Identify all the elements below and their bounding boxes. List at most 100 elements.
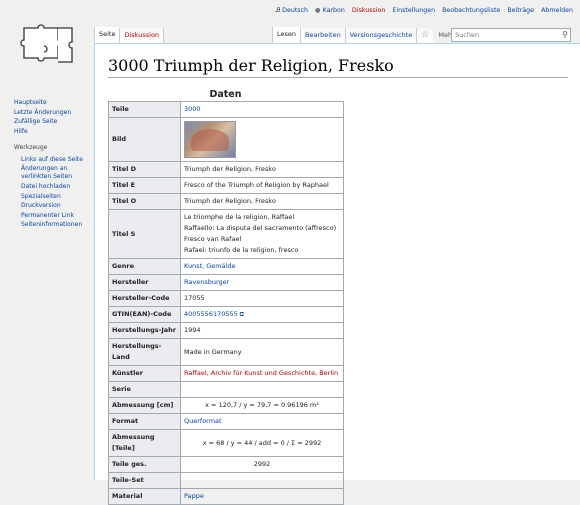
sidebar-item-recent-changes[interactable]: Letzte Änderungen — [14, 108, 90, 118]
row-value — [180, 117, 344, 162]
table-row: Herstellungs-Land Made in Germany — [108, 338, 344, 366]
table-row: Künstler Raffael, Archiv für Kunst und G… — [108, 365, 344, 382]
row-value: 17055 — [180, 290, 344, 307]
watchlist-link[interactable]: Beobachtungsliste — [442, 7, 500, 14]
page-title: 3000 Triumph der Religion, Fresko — [108, 56, 568, 78]
table-row: Hersteller Ravensburger — [108, 274, 344, 291]
row-value: Made in Germany — [180, 338, 344, 366]
table-row: GTIN(EAN)-Code 4005556170555 ⧉ — [108, 306, 344, 323]
row-label: Abmessung [cm] — [108, 397, 181, 414]
tab-discussion[interactable]: Diskussion — [119, 28, 165, 43]
table-row: Titel D Triumph der Religion, Fresko — [108, 161, 344, 178]
row-label: Titel O — [108, 193, 181, 210]
row-value — [180, 381, 344, 398]
table-row: Genre Kunst, Gemälde — [108, 258, 344, 275]
data-table: Teile 3000 Bild Titel D Triumph der Reli… — [108, 101, 344, 505]
namespace-tabs: Seite Diskussion — [94, 27, 165, 43]
row-label: Hersteller — [108, 274, 181, 291]
row-label: GTIN(EAN)-Code — [108, 306, 181, 323]
table-row: Teile 3000 — [108, 101, 344, 118]
row-label: Titel E — [108, 177, 181, 194]
row-value — [180, 472, 344, 489]
sidebar-item-help[interactable]: Hilfe — [14, 127, 90, 137]
row-label: Titel D — [108, 161, 181, 178]
sidebar-item-whatlinkshere[interactable]: Links auf diese Seite — [14, 155, 90, 165]
table-caption: Daten — [209, 89, 242, 100]
row-label: Bild — [108, 117, 181, 162]
translate-icon: Ꭿ — [275, 7, 281, 14]
row-value: Triumph der Religion, Fresko — [180, 161, 344, 178]
row-label: Herstellungs-Jahr — [108, 322, 181, 339]
user-icon: ● — [315, 7, 321, 14]
tab-edit[interactable]: Bearbeiten — [300, 28, 345, 43]
table-row: Material Pappe — [108, 488, 344, 505]
title-s-line: Rafael: triunfo de la religion, fresco — [184, 246, 299, 254]
table-row: Bild — [108, 117, 344, 162]
table-row: Titel E Fresco of the Triumph of Religio… — [108, 177, 344, 194]
row-label: Künstler — [108, 365, 181, 382]
table-row: Titel S Le triomphe de la religion, Raff… — [108, 209, 344, 259]
puzzle-logo[interactable] — [18, 22, 78, 72]
sidebar-item-related-changes[interactable]: Änderungen an verlinkten Seiten — [14, 165, 90, 180]
row-label: Titel S — [108, 209, 181, 259]
sidebar: Hauptseite Letzte Änderungen Zufällige S… — [14, 98, 90, 230]
tab-history[interactable]: Versionsgeschichte — [344, 28, 417, 43]
sidebar-item-special-pages[interactable]: Spezialseiten — [14, 192, 90, 202]
sidebar-item-random-page[interactable]: Zufällige Seite — [14, 117, 90, 127]
watch-star-icon[interactable]: ☆ — [416, 28, 434, 43]
contributions-link[interactable]: Beiträge — [507, 7, 534, 14]
user-link[interactable]: ● Karbon — [315, 7, 345, 14]
format-link[interactable]: Querformat — [184, 417, 222, 425]
row-label: Teile — [108, 101, 181, 118]
row-value: x = 68 / y = 44 / add = 0 / Σ = 2992 — [180, 429, 344, 457]
row-value: 1994 — [180, 322, 344, 339]
content-area: 3000 Triumph der Religion, Fresko Daten … — [94, 43, 580, 505]
row-value: Pappe — [180, 488, 344, 505]
row-label: Abmessung [Teile] — [108, 429, 181, 457]
sidebar-item-upload[interactable]: Datei hochladen — [14, 182, 90, 192]
puzzle-image-thumbnail[interactable] — [184, 121, 236, 158]
sidebar-item-main-page[interactable]: Hauptseite — [14, 98, 90, 108]
gtin-link[interactable]: 4005556170555 — [184, 310, 238, 318]
row-label: Teile-Set — [108, 472, 181, 489]
row-value: Fresco of the Triumph of Religion by Rap… — [180, 177, 344, 194]
personal-toolbar: Ꭿ Deutsch ● Karbon Diskussion Einstellunge… — [271, 7, 573, 15]
genre-link[interactable]: Kunst, Gemälde — [184, 262, 236, 270]
search-input[interactable] — [452, 29, 555, 40]
row-value: Raffael, Archiv für Kunst und Geschichte… — [180, 365, 344, 382]
row-label: Material — [108, 488, 181, 505]
logout-link[interactable]: Abmelden — [541, 7, 573, 14]
sidebar-item-permalink[interactable]: Permanenter Link — [14, 211, 90, 221]
row-value: Kunst, Gemälde — [180, 258, 344, 275]
row-value: Le triomphe de la religion, Raffael Raff… — [180, 209, 344, 259]
row-label: Hersteller-Code — [108, 290, 181, 307]
artist-link[interactable]: Raffael, Archiv für Kunst und Geschichte… — [184, 369, 338, 377]
language-link[interactable]: Ꭿ Deutsch — [276, 7, 308, 14]
pieces-link[interactable]: 3000 — [184, 105, 201, 113]
user-talk-link[interactable]: Diskussion — [352, 7, 385, 14]
table-row: Format Querformat — [108, 413, 344, 430]
table-row: Teile-Set — [108, 472, 344, 489]
preferences-link[interactable]: Einstellungen — [392, 7, 435, 14]
row-value: 4005556170555 ⧉ — [180, 306, 344, 323]
tab-page[interactable]: Seite — [94, 27, 120, 43]
row-label: Teile ges. — [108, 456, 181, 473]
material-link[interactable]: Pappe — [184, 492, 204, 500]
sidebar-tools-heading: Werkzeuge — [14, 144, 48, 151]
table-row: Herstellungs-Jahr 1994 — [108, 322, 344, 339]
row-value: Ravensburger — [180, 274, 344, 291]
search-icon[interactable]: ⚲ — [562, 29, 568, 41]
tab-read[interactable]: Lesen — [272, 27, 301, 43]
row-value: 3000 — [180, 101, 344, 118]
row-label: Serie — [108, 381, 181, 398]
row-label: Genre — [108, 258, 181, 275]
table-row: Teile ges. 2992 — [108, 456, 344, 473]
sidebar-item-page-info[interactable]: Seiteninformationen — [14, 220, 90, 230]
table-row: Abmessung [cm] x = 120,7 / y = 79,7 = 0.… — [108, 397, 344, 414]
manufacturer-link[interactable]: Ravensburger — [184, 278, 229, 286]
title-s-line: Fresco van Rafael — [184, 235, 242, 243]
sidebar-item-print[interactable]: Druckversion — [14, 201, 90, 211]
external-link-icon: ⧉ — [237, 311, 244, 318]
table-row: Hersteller-Code 17055 — [108, 290, 344, 307]
search-box: ⚲ — [451, 28, 571, 42]
